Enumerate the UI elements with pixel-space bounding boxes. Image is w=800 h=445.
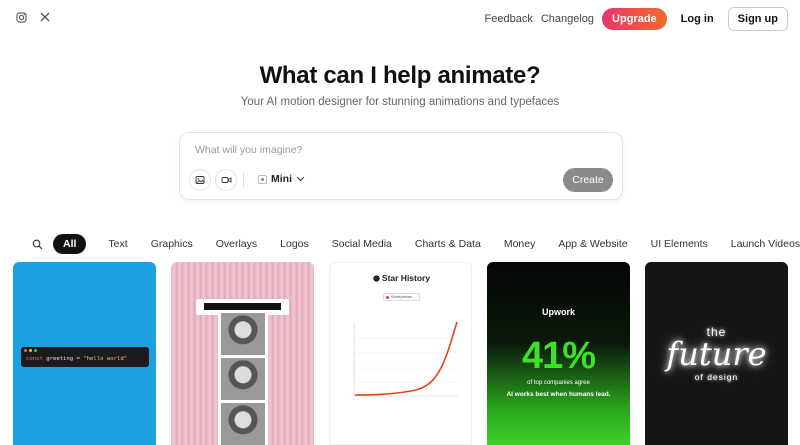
template-card-star-history[interactable]: Star History Soleblyrteam: [329, 262, 472, 445]
template-card-upwork[interactable]: Upwork 41% of top companies agree AI wor…: [487, 262, 630, 445]
code-snippet: const greeting = "hello world": [26, 356, 127, 362]
tab-money[interactable]: Money: [504, 238, 536, 250]
chevron-down-icon: [296, 176, 305, 182]
tab-app-website[interactable]: App & Website: [558, 238, 627, 250]
legend-label: Soleblyrteam: [391, 295, 412, 299]
stat-caption: of top companies agree: [527, 380, 590, 386]
signup-button[interactable]: Sign up: [727, 7, 788, 31]
tab-overlays[interactable]: Overlays: [216, 238, 257, 250]
github-icon: [373, 275, 380, 282]
photo-strip: [218, 310, 268, 445]
neon-text-future: future: [666, 335, 767, 373]
page-subtitle: Your AI motion designer for stunning ani…: [240, 96, 560, 108]
model-icon: [258, 174, 267, 184]
portrait-photo: [221, 358, 265, 400]
code-string: "hello world": [83, 356, 128, 362]
upload-video-button[interactable]: [215, 169, 237, 191]
star-history-chart: [353, 321, 458, 397]
stat-value: 41%: [521, 335, 596, 377]
tab-text[interactable]: Text: [108, 238, 127, 250]
tab-social-media[interactable]: Social Media: [332, 238, 392, 250]
login-button[interactable]: Log in: [681, 13, 714, 25]
portrait-photo: [221, 313, 265, 355]
top-nav: Feedback Changelog Upgrade Log in Sign u…: [485, 7, 788, 31]
changelog-link[interactable]: Changelog: [541, 13, 594, 25]
template-card-future[interactable]: the future of design: [645, 262, 788, 445]
brand-name: Upwork: [541, 307, 575, 317]
template-card-code[interactable]: const greeting = "hello world": [13, 262, 156, 445]
prompt-input[interactable]: [195, 144, 605, 156]
tab-graphics[interactable]: Graphics: [151, 238, 193, 250]
image-icon: [195, 176, 205, 184]
tab-logos[interactable]: Logos: [280, 238, 309, 250]
feedback-link[interactable]: Feedback: [485, 13, 533, 25]
toolbar-divider: [243, 172, 244, 188]
window-dots: [24, 349, 37, 352]
code-variable: greeting: [46, 356, 74, 362]
search-icon[interactable]: [29, 236, 45, 252]
code-window: const greeting = "hello world": [21, 347, 149, 367]
upgrade-button[interactable]: Upgrade: [602, 8, 667, 30]
chart-title: Star History: [381, 273, 431, 283]
tab-ui-elements[interactable]: UI Elements: [651, 238, 708, 250]
template-card-photo-strip[interactable]: [171, 262, 314, 445]
stat-headline: AI works best when humans lead.: [506, 391, 611, 398]
tab-charts-data[interactable]: Charts & Data: [415, 238, 481, 250]
tab-launch-videos[interactable]: Launch Videos: [731, 238, 800, 250]
model-label: Mini: [271, 173, 292, 185]
create-button[interactable]: Create: [563, 168, 613, 192]
tab-all[interactable]: All: [53, 234, 87, 254]
instagram-icon[interactable]: [14, 10, 28, 24]
chart-legend: Soleblyrteam: [383, 293, 420, 301]
portrait-photo: [221, 403, 265, 445]
page-title: What can I help animate?: [259, 62, 541, 89]
code-operator: =: [73, 356, 84, 362]
upload-image-button[interactable]: [189, 169, 211, 191]
social-links: [14, 10, 52, 24]
code-keyword: const: [26, 356, 43, 362]
video-icon: [221, 177, 231, 183]
category-tabs: All Text Graphics Overlays Logos Social …: [29, 233, 800, 255]
model-select[interactable]: Mini: [258, 173, 305, 185]
star-history-title: Star History: [330, 273, 471, 283]
top-bar: Feedback Changelog Upgrade Log in Sign u…: [0, 0, 800, 36]
prompt-box: Mini Create: [179, 132, 623, 200]
x-icon[interactable]: [38, 10, 52, 24]
neon-text-subtitle: of design: [694, 372, 739, 382]
